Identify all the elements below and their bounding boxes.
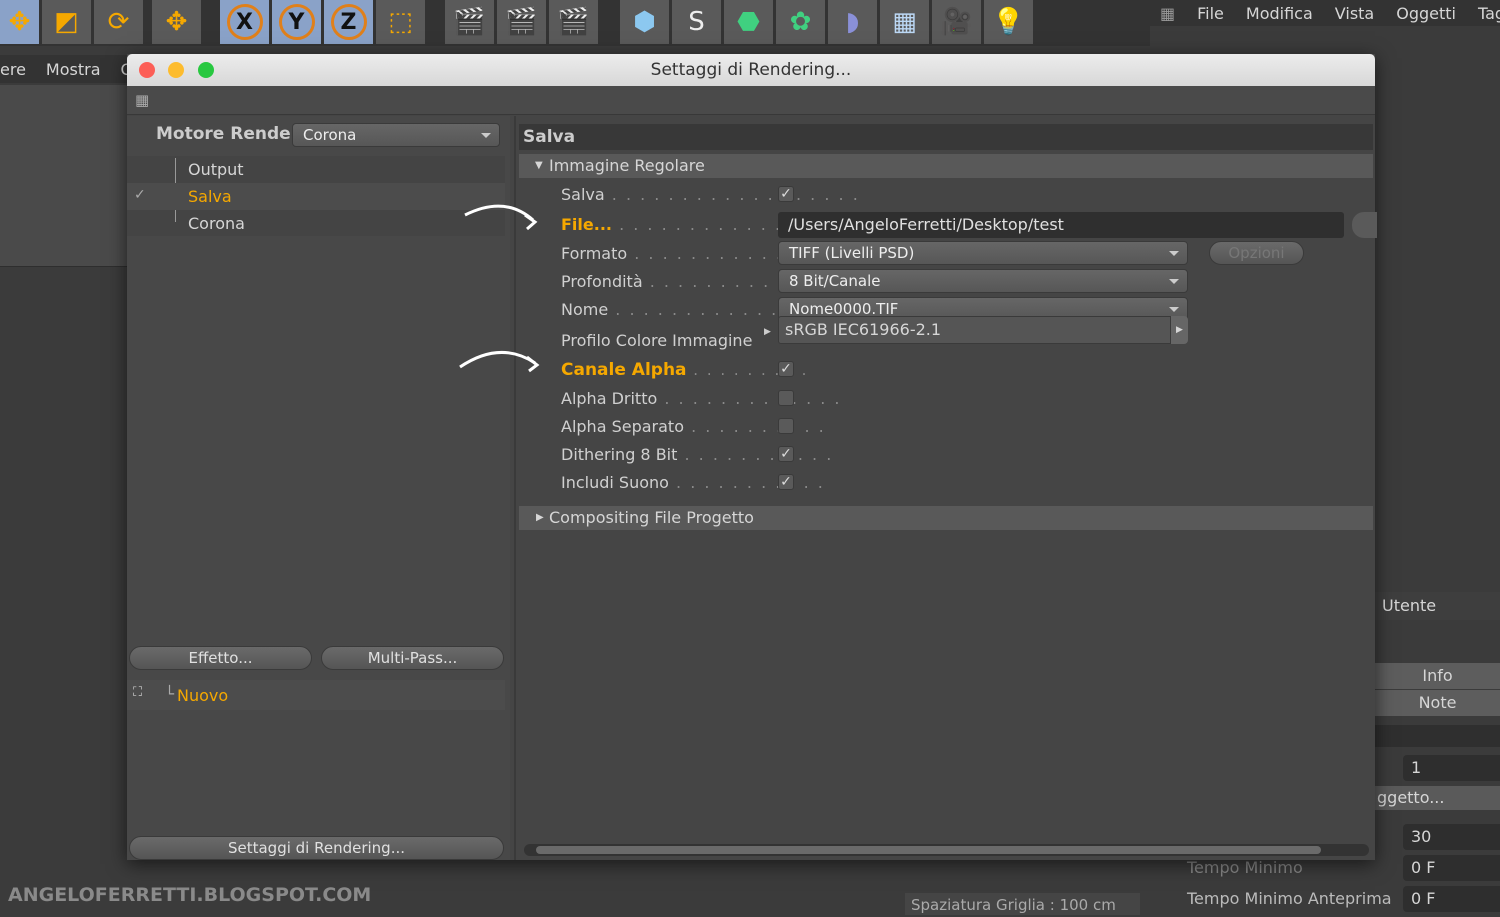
includi-suono-checkbox[interactable]: ✓: [778, 474, 794, 490]
z-axis-icon[interactable]: Z: [324, 0, 374, 44]
menu-modifica[interactable]: Modifica: [1246, 4, 1313, 23]
salva-checkbox[interactable]: ✓: [778, 186, 794, 202]
info-button[interactable]: Info: [1375, 663, 1500, 689]
render-setting-list: ⛶ └ Nuovo: [127, 680, 505, 710]
array-icon[interactable]: ✿: [776, 0, 826, 44]
file-path-input[interactable]: /Users/AngeloFerretti/Desktop/test: [778, 212, 1344, 238]
checkmark-icon[interactable]: ✓: [134, 187, 150, 203]
grid-handle-icon[interactable]: ▦: [135, 91, 149, 109]
browse-button[interactable]: [1352, 212, 1377, 238]
renderer-dropdown[interactable]: Corona: [292, 123, 500, 147]
effect-button[interactable]: Effetto...: [129, 646, 312, 670]
profondita-dropdown[interactable]: 8 Bit/Canale: [778, 269, 1188, 293]
main-toolbar: ✥ ◩ ⟳ ✥ X Y Z ⬚ 🎬 🎬 🎬 ⬢ S ⬣ ✿ ◗ ▦ 🎥 💡: [0, 0, 1150, 46]
group-label: Immagine Regolare: [549, 156, 705, 175]
horizontal-scrollbar[interactable]: [524, 844, 1369, 856]
group-label: Compositing File Progetto: [549, 508, 754, 527]
subdivision-icon[interactable]: ⬣: [724, 0, 774, 44]
oggetto-button[interactable]: ggetto...: [1375, 786, 1500, 810]
canale-alpha-checkbox[interactable]: ✓: [778, 361, 794, 377]
x-axis-icon[interactable]: X: [220, 0, 270, 44]
tree-item-corona[interactable]: Corona: [127, 210, 505, 237]
value-field-30[interactable]: 30: [1403, 824, 1500, 850]
viewport-menu-bar: ere Mostra C: [0, 55, 132, 83]
viewport: [0, 85, 127, 267]
render-picture-viewer-icon[interactable]: 🎬: [497, 0, 547, 44]
render-settings-icon[interactable]: 🎬: [549, 0, 599, 44]
tempo-minimo-field[interactable]: 0 F: [1403, 855, 1500, 881]
menu-oggetti[interactable]: Oggetti: [1396, 4, 1456, 23]
multipass-button[interactable]: Multi-Pass...: [321, 646, 504, 670]
tree-line: └: [165, 685, 175, 703]
render-settings-button[interactable]: Settaggi di Rendering...: [129, 836, 504, 860]
cube-icon[interactable]: ⬢: [620, 0, 670, 44]
grid-spacing-status: Spaziatura Griglia : 100 cm: [905, 893, 1140, 915]
dialog-titlebar[interactable]: Settaggi di Rendering...: [127, 54, 1375, 86]
menu-mostra[interactable]: Mostra: [46, 60, 101, 79]
menu-tag[interactable]: Tag: [1478, 4, 1500, 23]
label-profilo: Profilo Colore Immagine: [561, 331, 753, 350]
settings-content-pane: Salva ▼ Immagine Regolare Salva . . . . .…: [514, 116, 1377, 860]
alpha-dritto-checkbox[interactable]: [778, 390, 794, 406]
triangle-right-icon: ▶: [536, 512, 544, 523]
zoom-button[interactable]: [198, 62, 214, 78]
color-profile-field[interactable]: sRGB IEC61966-2.1: [778, 316, 1171, 344]
opzioni-button[interactable]: Opzioni: [1209, 241, 1304, 265]
label-salva: Salva . . . . . . . . . . . . . . . . . …: [561, 185, 860, 204]
group-compositing[interactable]: ▶ Compositing File Progetto: [519, 506, 1373, 530]
dialog-title: Settaggi di Rendering...: [650, 60, 852, 80]
menu-vista[interactable]: Vista: [1335, 4, 1374, 23]
spline-pen-icon[interactable]: S: [672, 0, 722, 44]
live-selection-icon[interactable]: ✥: [152, 0, 202, 44]
tab-utente[interactable]: Utente: [1375, 592, 1500, 620]
tree-item-label: Salva: [188, 187, 232, 206]
grid-handle-icon[interactable]: ▦: [1160, 4, 1175, 23]
tree-item-output[interactable]: Output: [127, 156, 505, 183]
coordinate-system-icon[interactable]: ⬚: [376, 0, 426, 44]
menu-ere[interactable]: ere: [0, 60, 26, 79]
move-icon[interactable]: ✥: [0, 0, 40, 44]
dithering-checkbox[interactable]: ✓: [778, 446, 794, 462]
section-title: Salva: [519, 124, 1373, 150]
label-alpha-dritto: Alpha Dritto . . . . . . . . . . . . .: [561, 389, 842, 408]
expand-icon[interactable]: ⛶: [133, 685, 142, 700]
render-settings-dialog: Settaggi di Rendering... ▦ Motore Render…: [127, 54, 1377, 860]
settings-tree-pane: Motore Render Corona Output Salva ✓ Coro…: [127, 116, 510, 860]
arrow-file-icon: [464, 204, 534, 222]
label-canale-alpha: Canale Alpha . . . . . . . . .: [561, 360, 809, 380]
scrollbar-thumb[interactable]: [536, 846, 1321, 854]
group-immagine-regolare[interactable]: ▼ Immagine Regolare: [519, 154, 1373, 178]
arrow-alpha-icon: [459, 351, 536, 369]
close-button[interactable]: [139, 62, 155, 78]
tempo-anteprima-field[interactable]: 0 F: [1403, 886, 1500, 912]
tempo-anteprima-label: Tempo Minimo Anteprima: [1187, 889, 1392, 908]
triangle-down-icon: ▼: [535, 160, 543, 171]
note-button[interactable]: Note: [1375, 690, 1500, 716]
formato-dropdown[interactable]: TIFF (Livelli PSD): [778, 241, 1188, 265]
camera-icon[interactable]: 🎥: [932, 0, 982, 44]
profile-arrow-button[interactable]: ▶: [1171, 316, 1188, 344]
watermark: ANGELOFERRETTI.BLOGSPOT.COM: [8, 884, 372, 906]
rotate-icon[interactable]: ⟳: [94, 0, 144, 44]
triangle-right-icon[interactable]: ▶: [764, 327, 771, 337]
list-item-nuovo[interactable]: Nuovo: [177, 686, 228, 705]
y-axis-icon[interactable]: Y: [272, 0, 322, 44]
deformer-icon[interactable]: ◗: [828, 0, 878, 44]
render-view-icon[interactable]: 🎬: [445, 0, 495, 44]
light-icon[interactable]: 💡: [984, 0, 1034, 44]
editor-menu-bar: ▦ File Modifica Vista Oggetti Tag: [1150, 0, 1500, 26]
floor-icon[interactable]: ▦: [880, 0, 930, 44]
scale-icon[interactable]: ◩: [42, 0, 92, 44]
value-field-1[interactable]: 1: [1403, 755, 1500, 781]
tempo-minimo-label: Tempo Minimo: [1187, 858, 1303, 877]
tree-item-salva[interactable]: Salva: [127, 183, 505, 210]
minimize-button[interactable]: [168, 62, 184, 78]
renderer-label: Motore Render: [156, 124, 300, 144]
alpha-separato-checkbox[interactable]: [778, 418, 794, 434]
annotation-arrows: [459, 204, 540, 373]
tree-list: Output Salva ✓ Corona: [127, 156, 505, 236]
dialog-strip: ▦: [127, 86, 1375, 115]
section-bar: [1375, 725, 1500, 747]
menu-file[interactable]: File: [1197, 4, 1224, 23]
